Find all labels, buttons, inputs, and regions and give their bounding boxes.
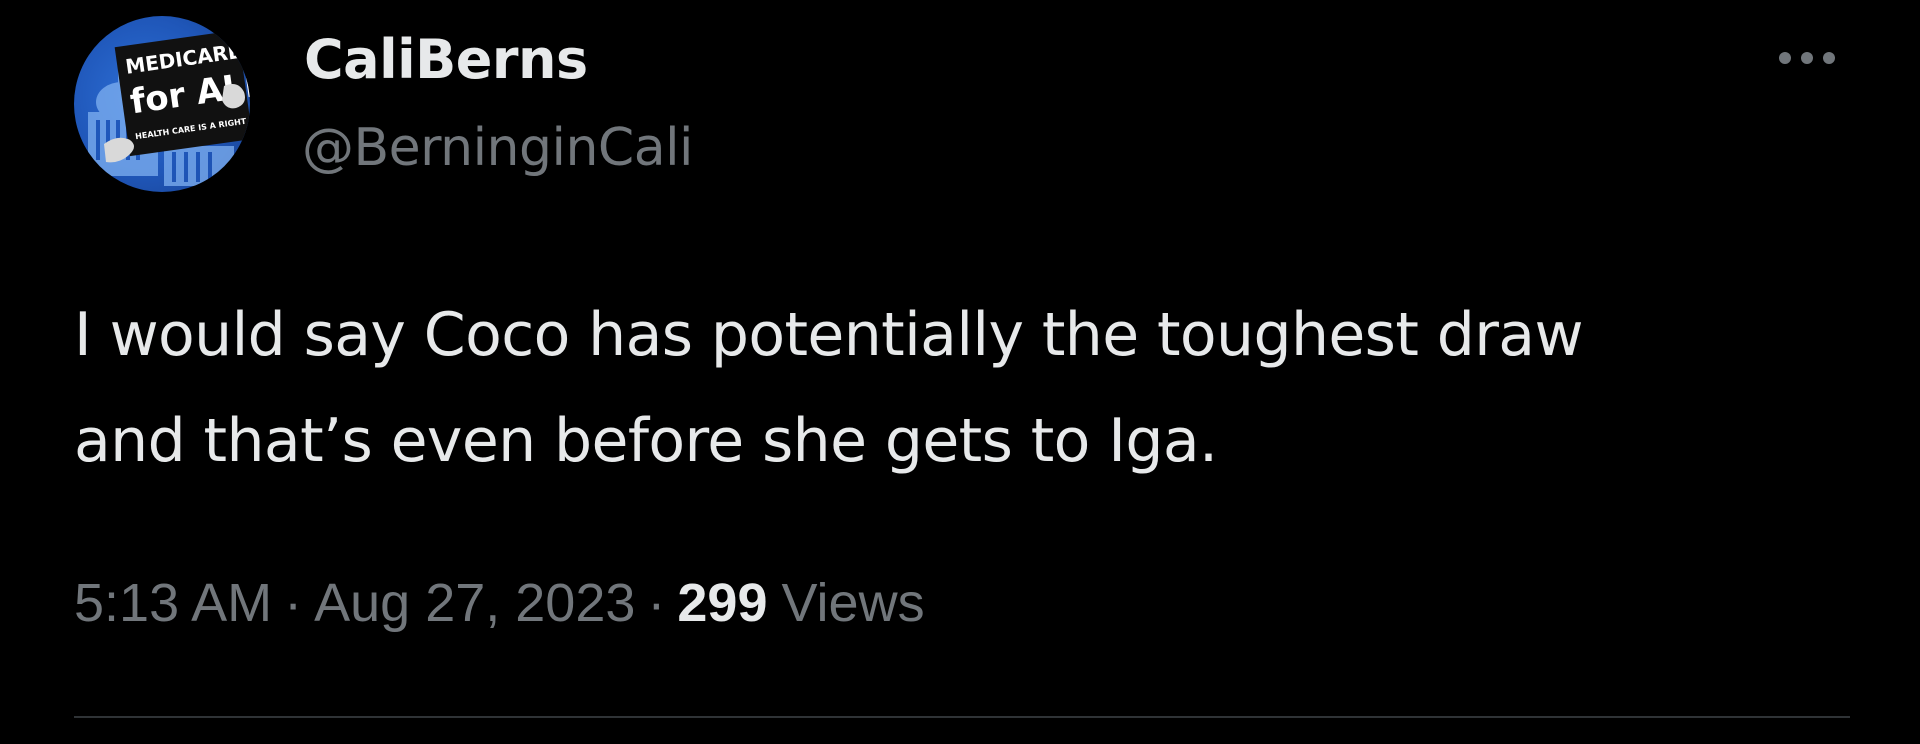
author-display-name[interactable]: CaliBerns: [304, 28, 588, 92]
divider: [74, 716, 1850, 718]
more-options-button[interactable]: [1770, 38, 1844, 78]
views-count: 299: [677, 573, 768, 633]
more-horizontal-icon-dot: [1801, 52, 1813, 64]
author-avatar[interactable]: MEDICARE for ALL HEALTH CARE IS A RIGHT: [74, 16, 250, 192]
more-horizontal-icon-dot: [1823, 52, 1835, 64]
author-handle[interactable]: @BerninginCali: [302, 116, 693, 180]
tweet-meta: 5:13 AM · Aug 27, 2023 · 299 Views: [74, 568, 925, 638]
meta-separator: ·: [284, 573, 303, 633]
tweet-detail: MEDICARE for ALL HEALTH CARE IS A RIGHT …: [0, 0, 1920, 744]
meta-separator: ·: [647, 573, 666, 633]
tweet-date[interactable]: Aug 27, 2023: [314, 573, 635, 633]
tweet-text: I would say Coco has potentially the tou…: [74, 300, 1584, 476]
avatar-image: MEDICARE for ALL HEALTH CARE IS A RIGHT: [88, 29, 250, 186]
tweet-time[interactable]: 5:13 AM: [74, 573, 272, 633]
views-label: Views: [781, 573, 925, 633]
more-horizontal-icon: [1779, 52, 1791, 64]
